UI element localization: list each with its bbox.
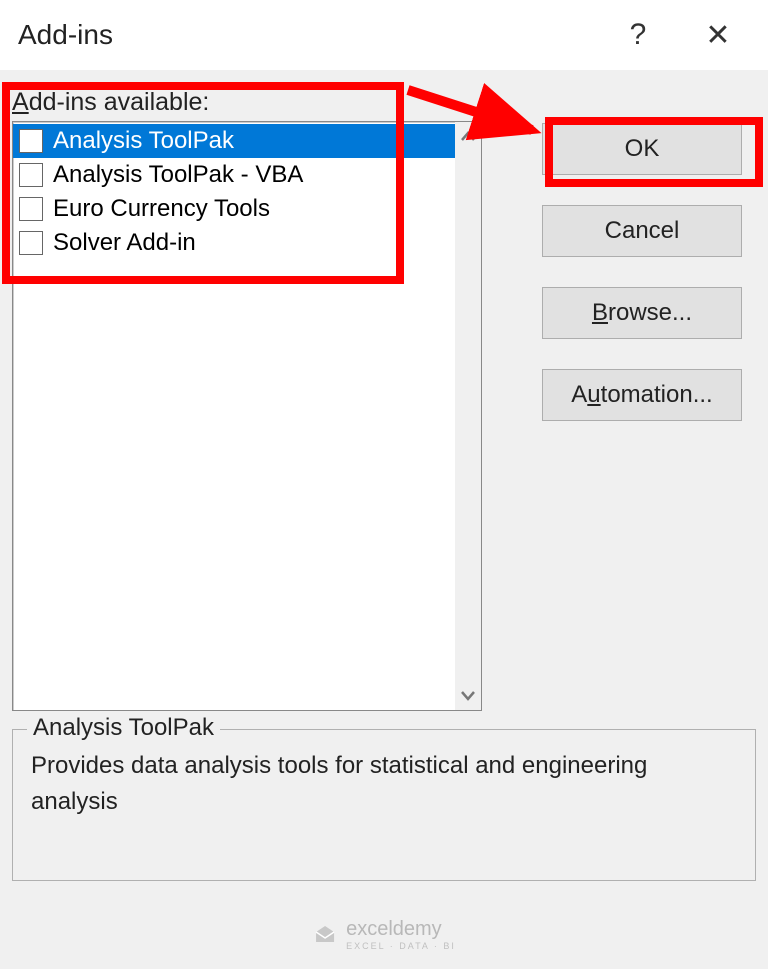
scrollbar[interactable]	[455, 122, 481, 710]
list-item[interactable]: Solver Add-in	[13, 226, 455, 260]
checkbox[interactable]	[19, 197, 43, 221]
checkbox[interactable]	[19, 163, 43, 187]
cancel-button[interactable]: Cancel	[542, 205, 742, 257]
close-icon: ✕	[705, 18, 730, 53]
addins-available-label: Add-ins available:	[12, 88, 756, 117]
list-item[interactable]: Euro Currency Tools	[13, 192, 455, 226]
scroll-down-icon[interactable]	[460, 686, 476, 706]
automation-button[interactable]: Automation...	[542, 369, 742, 421]
close-button[interactable]: ✕	[678, 0, 758, 70]
addin-detail-group: Analysis ToolPak Provides data analysis …	[12, 729, 756, 881]
list-item-label: Solver Add-in	[53, 229, 196, 257]
dialog-body: Add-ins available: Analysis ToolPak Anal…	[0, 70, 768, 891]
dialog-title: Add-ins	[18, 19, 598, 51]
buttons-column: OK Cancel Browse... Automation...	[542, 123, 742, 421]
help-icon: ?	[630, 18, 647, 52]
scroll-up-icon[interactable]	[460, 126, 476, 146]
addin-description: Provides data analysis tools for statist…	[31, 748, 737, 820]
list-item-label: Analysis ToolPak	[53, 127, 234, 155]
list-item[interactable]: Analysis ToolPak - VBA	[13, 158, 455, 192]
browse-button[interactable]: Browse...	[542, 287, 742, 339]
checkbox[interactable]	[19, 231, 43, 255]
list-item[interactable]: Analysis ToolPak	[13, 124, 455, 158]
ok-button[interactable]: OK	[542, 123, 742, 175]
help-button[interactable]: ?	[598, 0, 678, 70]
addins-list-items: Analysis ToolPak Analysis ToolPak - VBA …	[13, 122, 455, 710]
watermark-sub: EXCEL · DATA · BI	[346, 941, 456, 951]
list-item-label: Analysis ToolPak - VBA	[53, 161, 303, 189]
watermark-logo-icon	[312, 922, 338, 948]
addin-detail-legend: Analysis ToolPak	[27, 714, 220, 742]
list-item-label: Euro Currency Tools	[53, 195, 270, 223]
watermark: exceldemy EXCEL · DATA · BI	[312, 918, 456, 951]
addins-listbox[interactable]: Analysis ToolPak Analysis ToolPak - VBA …	[12, 121, 482, 711]
watermark-brand: exceldemy	[346, 918, 442, 940]
titlebar: Add-ins ? ✕	[0, 0, 768, 70]
checkbox[interactable]	[19, 129, 43, 153]
